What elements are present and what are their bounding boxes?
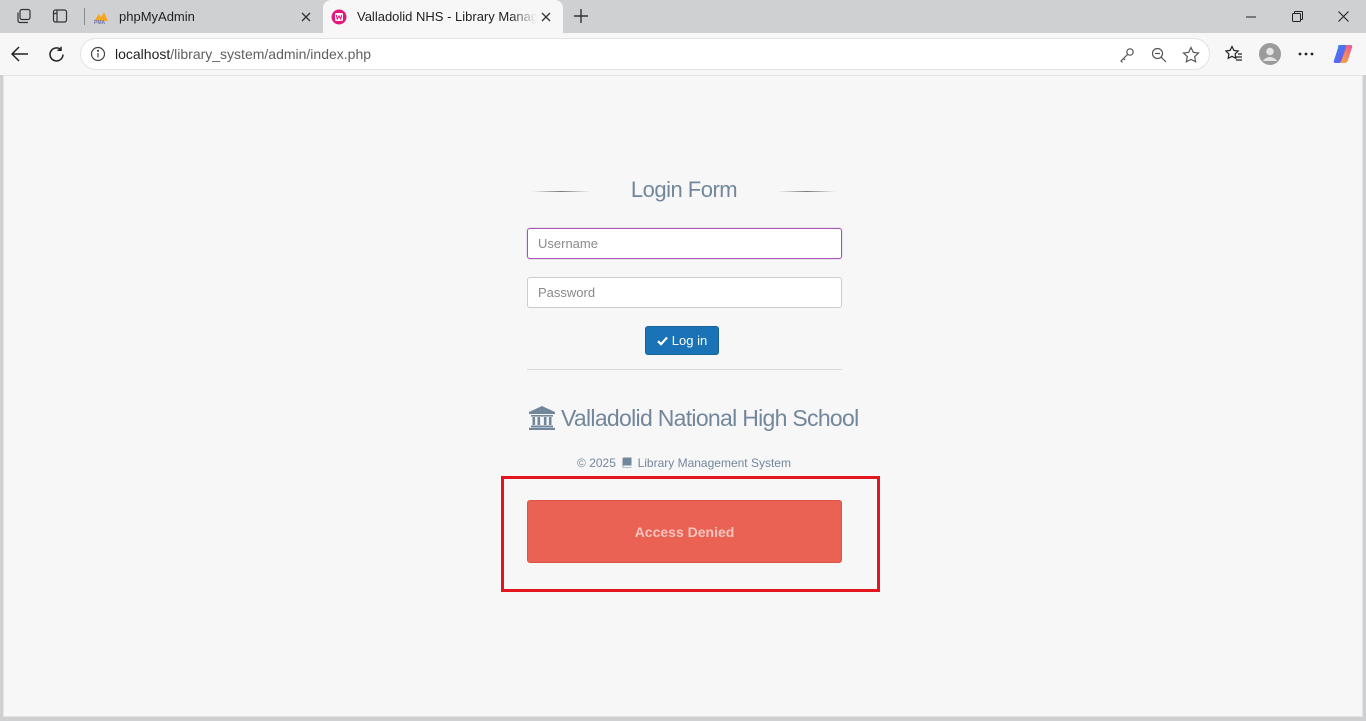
svg-text:PMA: PMA bbox=[94, 20, 106, 25]
check-icon bbox=[657, 336, 668, 346]
restore-button[interactable] bbox=[1274, 0, 1320, 33]
plus-icon bbox=[574, 9, 588, 23]
institution-icon bbox=[529, 406, 555, 430]
workspaces-icon bbox=[17, 8, 31, 24]
copyright-year: © 2025 bbox=[577, 456, 616, 470]
address-bar[interactable]: localhost/library_system/admin/index.php bbox=[80, 38, 1210, 70]
tab-actions-icon bbox=[52, 9, 68, 23]
minimize-icon bbox=[1246, 16, 1256, 17]
new-tab-button[interactable] bbox=[568, 4, 594, 28]
close-window-button[interactable] bbox=[1320, 0, 1366, 33]
tab-title: Valladolid NHS - Library Management bbox=[357, 9, 537, 24]
back-arrow-icon bbox=[11, 46, 28, 62]
browser-toolbar: localhost/library_system/admin/index.php bbox=[0, 33, 1366, 75]
back-button[interactable] bbox=[5, 39, 35, 69]
favorites-icon bbox=[1225, 45, 1242, 61]
vertical-tabs-button[interactable] bbox=[47, 4, 73, 28]
tab-phpmyadmin[interactable]: PMA phpMyAdmin bbox=[85, 0, 323, 33]
wampserver-favicon-icon bbox=[331, 9, 347, 25]
avatar-icon bbox=[1259, 43, 1281, 65]
title-decoration-right bbox=[778, 191, 836, 192]
book-icon bbox=[621, 457, 632, 471]
page-viewport: Login Form Log in Valladolid National Hi… bbox=[3, 75, 1363, 717]
url-host: localhost bbox=[115, 46, 171, 62]
refresh-icon bbox=[48, 46, 64, 62]
refresh-button[interactable] bbox=[41, 39, 71, 69]
login-button[interactable]: Log in bbox=[645, 326, 719, 355]
school-heading: Valladolid National High School bbox=[529, 403, 859, 433]
zoom-out-icon[interactable] bbox=[1150, 46, 1168, 64]
favorite-star-icon[interactable] bbox=[1182, 46, 1200, 64]
phpmyadmin-favicon-icon: PMA bbox=[93, 9, 109, 26]
url-path: /library_system/admin/index.php bbox=[170, 46, 372, 62]
settings-more-button[interactable] bbox=[1291, 39, 1321, 69]
login-button-label: Log in bbox=[671, 333, 708, 348]
copyright-text: © 2025 Library Management System bbox=[4, 456, 1364, 471]
profile-button[interactable] bbox=[1255, 39, 1285, 69]
workspaces-button[interactable] bbox=[11, 4, 37, 28]
close-tab-icon[interactable] bbox=[297, 8, 315, 26]
site-info-icon[interactable] bbox=[90, 46, 106, 62]
highlight-annotation-box bbox=[501, 476, 880, 592]
school-name: Valladolid National High School bbox=[561, 404, 859, 431]
restore-icon bbox=[1291, 11, 1303, 22]
tab-library-management[interactable]: Valladolid NHS - Library Management bbox=[323, 0, 563, 33]
username-input[interactable] bbox=[527, 228, 842, 259]
tab-strip: PMA phpMyAdmin Valladolid NHS - Library … bbox=[0, 0, 1366, 33]
tab-title: phpMyAdmin bbox=[119, 9, 195, 24]
form-divider bbox=[527, 369, 842, 370]
favorites-button[interactable] bbox=[1219, 39, 1249, 69]
minimize-button[interactable] bbox=[1228, 0, 1274, 33]
login-form-title: Login Form bbox=[630, 177, 738, 202]
close-tab-icon[interactable] bbox=[537, 8, 555, 26]
copilot-button[interactable] bbox=[1328, 39, 1358, 69]
url-text: localhost/library_system/admin/index.php bbox=[115, 46, 371, 62]
password-input[interactable] bbox=[527, 277, 842, 308]
password-key-icon[interactable] bbox=[1118, 46, 1136, 64]
more-horizontal-icon bbox=[1298, 52, 1314, 56]
copilot-icon bbox=[1333, 45, 1353, 63]
close-icon bbox=[1337, 11, 1349, 22]
copyright-system: Library Management System bbox=[637, 456, 791, 470]
